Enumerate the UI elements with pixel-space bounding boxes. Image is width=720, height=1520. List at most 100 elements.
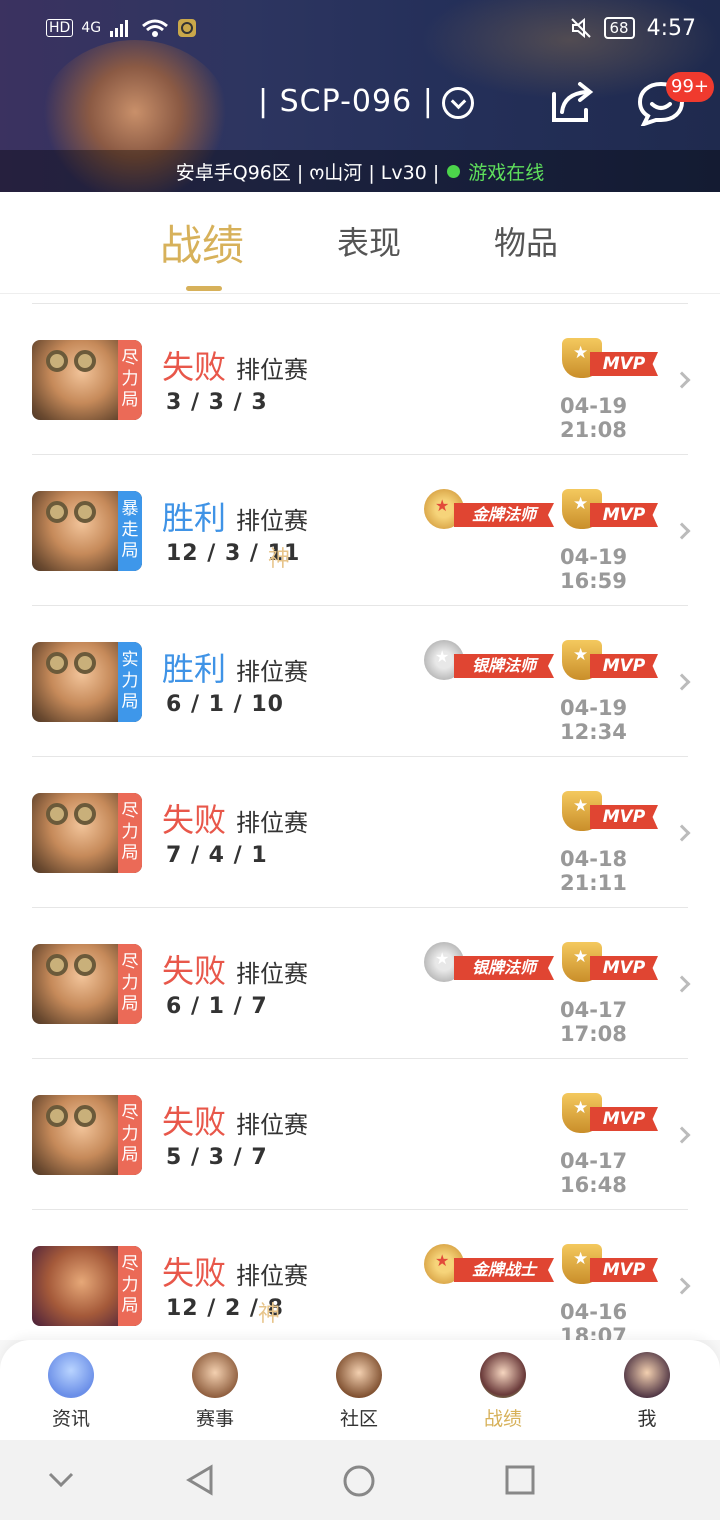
match-list[interactable]: 尽力局 失败 排位赛 3 / 3 / 3 MVP 04-19 21:08 暴走局…: [0, 294, 720, 1340]
network-indicator: 4G: [81, 20, 102, 36]
match-result: 失败: [162, 801, 227, 839]
chevron-down-icon[interactable]: [442, 87, 474, 119]
online-status-dot: [447, 164, 461, 178]
medal-badge: 银牌法师: [424, 942, 554, 984]
bottom-nav: 资讯 赛事 社区 战绩 我: [0, 1340, 720, 1440]
match-row[interactable]: 尽力局 失败 排位赛 7 / 4 / 1 MVP 04-18 21:11: [32, 756, 691, 907]
battery-level: 68: [603, 17, 635, 39]
online-status: 游戏在线: [468, 161, 545, 184]
match-row[interactable]: 尽力局 失败 排位赛 3 / 3 / 3 MVP 04-19 21:08: [32, 303, 691, 454]
chevron-right-icon: [673, 522, 691, 540]
kda: 6 / 1 / 10: [166, 692, 284, 717]
match-type: 排位赛: [236, 809, 308, 837]
me-avatar-icon: [624, 1352, 670, 1398]
system-nav-bar: [0, 1440, 720, 1520]
kda: 7 / 4 / 1: [166, 843, 268, 868]
match-time: 04-17 17:08: [560, 998, 628, 1046]
status-bar: HD 4G 68 4:57: [0, 0, 720, 56]
message-badge: 99+: [666, 72, 714, 102]
player-info-strip: 安卓手Q96区 | ო山河 | Lv30 | 游戏在线: [0, 150, 720, 192]
mode-tag: 尽力局: [118, 340, 142, 420]
mvp-badge: MVP: [562, 791, 662, 833]
match-time: 04-19 21:08: [560, 394, 628, 442]
nav-community[interactable]: 社区: [314, 1352, 404, 1431]
chevron-right-icon: [673, 673, 691, 691]
match-type: 排位赛: [236, 507, 308, 535]
mode-tag: 尽力局: [118, 793, 142, 873]
kda: 5 / 3 / 7: [166, 1145, 268, 1170]
chevron-right-icon: [673, 371, 691, 389]
chevron-right-icon: [673, 824, 691, 842]
match-time: 04-16 18:07: [560, 1300, 628, 1340]
match-row[interactable]: 尽力局 失败 排位赛 12 / 2 / 8 神 金牌战士 MVP 04-16 1…: [32, 1209, 691, 1340]
tab-record[interactable]: 战绩: [160, 212, 244, 273]
match-row[interactable]: 实力局 胜利 排位赛 6 / 1 / 10 银牌法师 MVP 04-19 12:…: [32, 605, 691, 756]
match-result: 胜利: [162, 650, 227, 688]
match-time: 04-18 21:11: [560, 847, 628, 895]
share-icon[interactable]: [548, 80, 596, 126]
hd-indicator: HD: [46, 19, 74, 37]
mode-tag: 暴走局: [118, 491, 142, 571]
mvp-badge: MVP: [562, 942, 662, 984]
god-tag: 神: [268, 547, 291, 572]
server-info: 安卓手Q96区 | ო山河 | Lv30 |: [175, 161, 440, 184]
match-time: 04-19 16:59: [560, 545, 628, 593]
match-row[interactable]: 尽力局 失败 排位赛 5 / 3 / 7 MVP 04-17 16:48: [32, 1058, 691, 1209]
tab-bar: 战绩 表现 物品: [0, 192, 720, 294]
back-icon[interactable]: [184, 1464, 216, 1496]
match-result: 失败: [162, 1103, 227, 1141]
match-result: 失败: [162, 348, 227, 386]
kda: 6 / 1 / 7: [166, 994, 268, 1019]
chevron-right-icon: [673, 1126, 691, 1144]
mvp-badge: MVP: [562, 1093, 662, 1135]
profile-header: HD 4G 68 4:57 | SCP-096 | 99+ 安卓手Q96区 | …: [0, 0, 720, 192]
match-row[interactable]: 尽力局 失败 排位赛 6 / 1 / 7 银牌法师 MVP 04-17 17:0…: [32, 907, 691, 1058]
match-type: 排位赛: [236, 1111, 308, 1139]
tab-items[interactable]: 物品: [494, 218, 558, 264]
chevron-right-icon: [673, 1277, 691, 1295]
medal-badge: 银牌法师: [424, 640, 554, 682]
player-name[interactable]: | SCP-096 |: [258, 84, 434, 119]
mode-tag: 尽力局: [118, 944, 142, 1024]
match-type: 排位赛: [236, 356, 308, 384]
match-type: 排位赛: [236, 1262, 308, 1290]
news-avatar-icon: [48, 1352, 94, 1398]
mode-tag: 尽力局: [118, 1246, 142, 1326]
active-tab-indicator: [186, 286, 222, 291]
match-type: 排位赛: [236, 658, 308, 686]
mode-tag: 尽力局: [118, 1095, 142, 1175]
mute-icon: [570, 17, 591, 39]
nav-record[interactable]: 战绩: [458, 1352, 548, 1431]
match-type: 排位赛: [236, 960, 308, 988]
recents-icon[interactable]: [504, 1464, 536, 1496]
match-result: 胜利: [162, 499, 227, 537]
match-time: 04-17 16:48: [560, 1149, 628, 1197]
events-avatar-icon: [192, 1352, 238, 1398]
hide-keyboard-icon[interactable]: [46, 1464, 76, 1494]
match-result: 失败: [162, 952, 227, 990]
nav-events[interactable]: 赛事: [170, 1352, 260, 1431]
record-avatar-icon: [480, 1352, 526, 1398]
chevron-right-icon: [673, 975, 691, 993]
wifi-icon: [142, 19, 169, 37]
mvp-badge: MVP: [562, 489, 662, 531]
god-tag: 神: [258, 1302, 281, 1327]
kda: 3 / 3 / 3: [166, 390, 268, 415]
mvp-badge: MVP: [562, 338, 662, 380]
home-icon[interactable]: [342, 1464, 376, 1498]
mvp-badge: MVP: [562, 1244, 662, 1286]
match-result: 失败: [162, 1254, 227, 1292]
mode-tag: 实力局: [118, 642, 142, 722]
app-notification-icon: [178, 19, 197, 37]
match-time: 04-19 12:34: [560, 696, 628, 744]
medal-badge: 金牌战士: [424, 1244, 554, 1286]
medal-badge: 金牌法师: [424, 489, 554, 531]
signal-icon: [110, 20, 129, 37]
tab-performance[interactable]: 表现: [337, 218, 401, 264]
nav-me[interactable]: 我: [602, 1352, 692, 1431]
mvp-badge: MVP: [562, 640, 662, 682]
community-avatar-icon: [336, 1352, 382, 1398]
match-row[interactable]: 暴走局 胜利 排位赛 12 / 3 / 11 神 金牌法师 MVP 04-19 …: [32, 454, 691, 605]
nav-news[interactable]: 资讯: [26, 1352, 116, 1431]
clock: 4:57: [646, 15, 696, 41]
